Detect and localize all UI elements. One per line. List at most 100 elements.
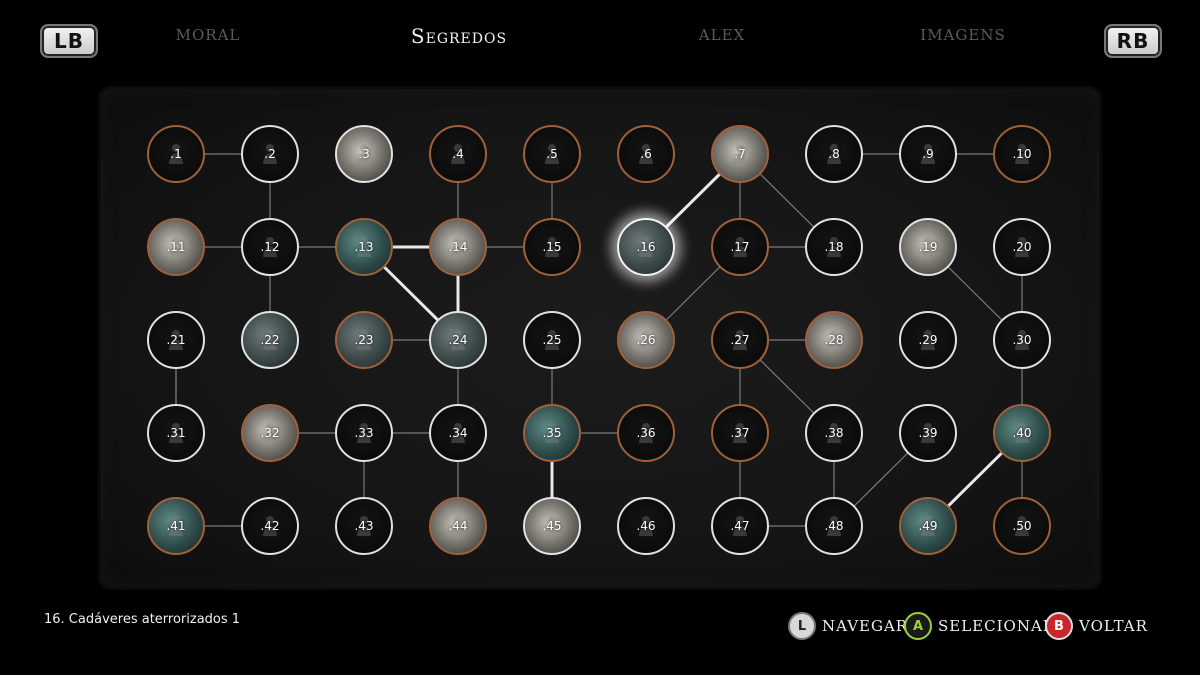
secret-node-36[interactable]: .36: [617, 404, 675, 462]
secret-node-5[interactable]: .5: [523, 125, 581, 183]
b-button-icon: B: [1045, 612, 1073, 640]
hint-voltar[interactable]: B Voltar: [1045, 612, 1148, 640]
secret-node-50[interactable]: .50: [993, 497, 1051, 555]
secret-node-7[interactable]: .7: [711, 125, 769, 183]
secret-node-label: .31: [166, 426, 186, 440]
a-button-icon: A: [904, 612, 932, 640]
secret-node-label: .41: [166, 519, 186, 533]
secret-node-45[interactable]: .45: [523, 497, 581, 555]
secret-node-25[interactable]: .25: [523, 311, 581, 369]
secret-node-label: .11: [166, 240, 186, 254]
secret-node-12[interactable]: .12: [241, 218, 299, 276]
secret-node-label: .39: [918, 426, 938, 440]
secret-node-42[interactable]: .42: [241, 497, 299, 555]
secret-node-29[interactable]: .29: [899, 311, 957, 369]
secret-node-33[interactable]: .33: [335, 404, 393, 462]
secret-node-34[interactable]: .34: [429, 404, 487, 462]
hint-selecionar-label: Selecionar: [938, 617, 1056, 635]
secret-node-label: .10: [1012, 147, 1032, 161]
secret-node-40[interactable]: .40: [993, 404, 1051, 462]
secret-node-label: .18: [824, 240, 844, 254]
secret-node-label: .15: [542, 240, 562, 254]
secret-node-label: .43: [354, 519, 374, 533]
hint-navegar: L Navegar: [788, 612, 908, 640]
secret-node-label: .44: [448, 519, 468, 533]
secret-node-label: .32: [260, 426, 280, 440]
secret-node-label: .6: [640, 147, 652, 161]
secret-node-26[interactable]: .26: [617, 311, 675, 369]
secret-node-4[interactable]: .4: [429, 125, 487, 183]
secret-node-22[interactable]: .22: [241, 311, 299, 369]
secret-node-label: .4: [452, 147, 464, 161]
secret-node-14[interactable]: .14: [429, 218, 487, 276]
secret-node-1[interactable]: .1: [147, 125, 205, 183]
secret-node-label: .29: [918, 333, 938, 347]
secret-node-18[interactable]: .18: [805, 218, 863, 276]
secret-node-3[interactable]: .3: [335, 125, 393, 183]
secret-node-label: .8: [828, 147, 840, 161]
secret-node-44[interactable]: .44: [429, 497, 487, 555]
secret-node-30[interactable]: .30: [993, 311, 1051, 369]
secret-node-label: .35: [542, 426, 562, 440]
secret-node-label: .20: [1012, 240, 1032, 254]
secret-node-13[interactable]: .13: [335, 218, 393, 276]
left-stick-icon: L: [788, 612, 816, 640]
secret-node-6[interactable]: .6: [617, 125, 675, 183]
secret-node-19[interactable]: .19: [899, 218, 957, 276]
secret-node-11[interactable]: .11: [147, 218, 205, 276]
secret-node-9[interactable]: .9: [899, 125, 957, 183]
secret-node-47[interactable]: .47: [711, 497, 769, 555]
secret-node-21[interactable]: .21: [147, 311, 205, 369]
secret-node-label: .24: [448, 333, 468, 347]
secret-node-label: .30: [1012, 333, 1032, 347]
secret-node-label: .3: [358, 147, 370, 161]
secret-node-37[interactable]: .37: [711, 404, 769, 462]
hint-selecionar[interactable]: A Selecionar: [904, 612, 1055, 640]
hint-navegar-label: Navegar: [822, 617, 909, 635]
secret-node-28[interactable]: .28: [805, 311, 863, 369]
secret-node-label: .28: [824, 333, 844, 347]
secret-node-41[interactable]: .41: [147, 497, 205, 555]
secret-node-2[interactable]: .2: [241, 125, 299, 183]
secret-node-label: .33: [354, 426, 374, 440]
secret-node-label: .49: [918, 519, 938, 533]
secret-node-label: .26: [636, 333, 656, 347]
secret-node-46[interactable]: .46: [617, 497, 675, 555]
secret-node-27[interactable]: .27: [711, 311, 769, 369]
secret-node-label: .40: [1012, 426, 1032, 440]
secret-node-20[interactable]: .20: [993, 218, 1051, 276]
secret-node-label: .38: [824, 426, 844, 440]
secret-node-label: .16: [636, 240, 656, 254]
secret-node-24[interactable]: .24: [429, 311, 487, 369]
secret-node-label: .25: [542, 333, 562, 347]
secret-node-label: .23: [354, 333, 374, 347]
secret-node-48[interactable]: .48: [805, 497, 863, 555]
secret-node-label: .19: [918, 240, 938, 254]
secret-node-label: .5: [546, 147, 558, 161]
secret-node-10[interactable]: .10: [993, 125, 1051, 183]
secret-node-label: .21: [166, 333, 186, 347]
secret-node-49[interactable]: .49: [899, 497, 957, 555]
secret-node-23[interactable]: .23: [335, 311, 393, 369]
secret-node-label: .1: [170, 147, 182, 161]
secret-node-15[interactable]: .15: [523, 218, 581, 276]
secret-node-8[interactable]: .8: [805, 125, 863, 183]
secret-node-16[interactable]: .16: [617, 218, 675, 276]
secret-node-17[interactable]: .17: [711, 218, 769, 276]
secret-node-43[interactable]: .43: [335, 497, 393, 555]
secret-node-38[interactable]: .38: [805, 404, 863, 462]
secret-node-label: .13: [354, 240, 374, 254]
secret-node-label: .27: [730, 333, 750, 347]
secret-node-35[interactable]: .35: [523, 404, 581, 462]
secret-node-label: .45: [542, 519, 562, 533]
secret-node-label: .34: [448, 426, 468, 440]
hint-voltar-label: Voltar: [1079, 617, 1148, 635]
secret-node-label: .46: [636, 519, 656, 533]
secret-node-31[interactable]: .31: [147, 404, 205, 462]
secret-node-39[interactable]: .39: [899, 404, 957, 462]
secret-node-32[interactable]: .32: [241, 404, 299, 462]
secret-node-label: .48: [824, 519, 844, 533]
secret-node-label: .36: [636, 426, 656, 440]
secret-node-label: .47: [730, 519, 750, 533]
selected-secret-caption: 16. Cadáveres aterrorizados 1: [44, 612, 241, 627]
